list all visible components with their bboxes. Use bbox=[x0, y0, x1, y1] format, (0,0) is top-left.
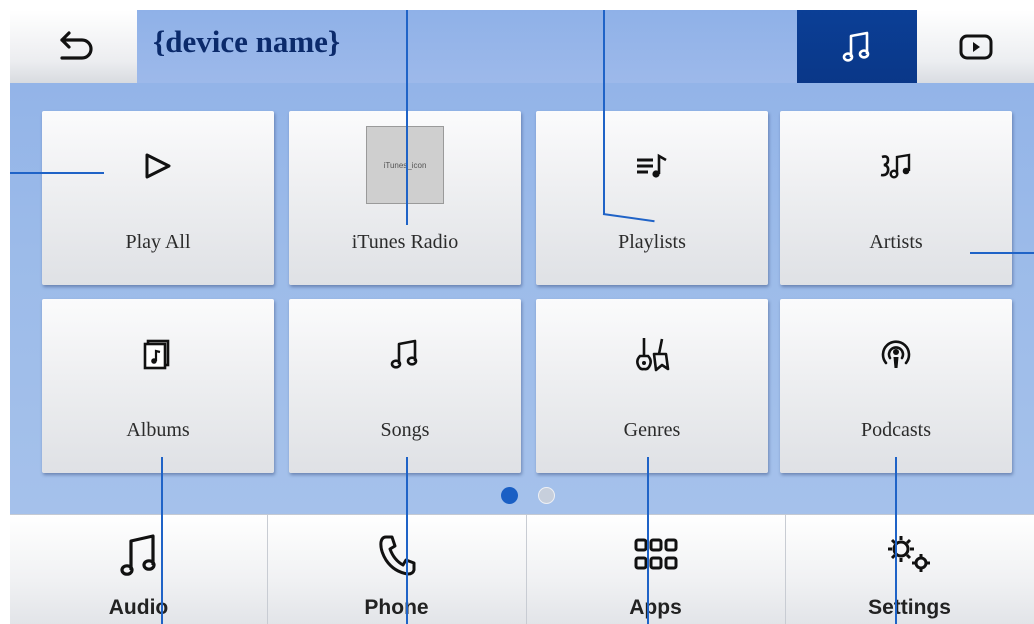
nav-label: Settings bbox=[868, 596, 951, 619]
playlist-icon bbox=[536, 141, 768, 191]
callout-line bbox=[406, 10, 408, 225]
page-dot-inactive[interactable] bbox=[538, 487, 555, 504]
music-note-icon bbox=[289, 329, 521, 379]
tab-video[interactable] bbox=[917, 10, 1034, 83]
tile-label: Podcasts bbox=[861, 419, 931, 441]
callout-line bbox=[970, 252, 1034, 254]
album-icon bbox=[42, 329, 274, 379]
callout-line bbox=[10, 172, 104, 174]
play-circle-icon bbox=[958, 31, 994, 63]
callout-line bbox=[603, 10, 605, 214]
callout-line bbox=[895, 457, 897, 624]
itunes-icon: iTunes_icon bbox=[366, 126, 444, 204]
tile-label: Play All bbox=[125, 231, 191, 253]
callout-line bbox=[406, 457, 408, 624]
back-button[interactable] bbox=[10, 10, 138, 83]
nav-audio[interactable]: Audio bbox=[10, 515, 268, 624]
nav-label: Audio bbox=[108, 596, 169, 619]
phone-icon bbox=[267, 527, 526, 583]
tile-podcasts[interactable]: Podcasts bbox=[780, 299, 1012, 473]
nav-phone[interactable]: Phone bbox=[267, 515, 527, 624]
tile-label: iTunes Radio bbox=[351, 231, 459, 253]
nav-apps[interactable]: Apps bbox=[526, 515, 786, 624]
nav-settings[interactable]: Settings bbox=[785, 515, 1034, 624]
tile-songs[interactable]: Songs bbox=[289, 299, 521, 473]
guitars-icon bbox=[536, 329, 768, 379]
apps-grid-icon bbox=[526, 527, 785, 583]
title-bar: {device name} bbox=[137, 10, 797, 83]
tab-music[interactable] bbox=[797, 10, 917, 83]
itunes-icon-placeholder-text: iTunes_icon bbox=[383, 160, 427, 170]
nav-label: Phone bbox=[364, 596, 429, 619]
tile-genres[interactable]: Genres bbox=[536, 299, 768, 473]
tile-label: Albums bbox=[126, 419, 190, 441]
back-arrow-icon bbox=[54, 30, 94, 64]
tile-playlists[interactable]: Playlists bbox=[536, 111, 768, 285]
play-icon bbox=[42, 141, 274, 191]
tile-itunes-radio[interactable]: iTunes_icon iTunes Radio bbox=[289, 111, 521, 285]
tile-label: Playlists bbox=[618, 231, 686, 253]
tile-play-all[interactable]: Play All bbox=[42, 111, 274, 285]
music-note-icon bbox=[10, 527, 267, 583]
gears-icon bbox=[785, 527, 1034, 583]
tile-label: Songs bbox=[380, 419, 430, 441]
header-bar: {device name} bbox=[10, 10, 1034, 87]
bottom-nav: Audio Phone Apps Settings bbox=[10, 514, 1034, 624]
artists-icon bbox=[780, 141, 1012, 191]
tile-albums[interactable]: Albums bbox=[42, 299, 274, 473]
device-name-title: {device name} bbox=[153, 24, 341, 59]
car-media-screen: {device name} Play All iTunes_icon iTune… bbox=[10, 10, 1034, 624]
callout-line bbox=[161, 457, 163, 624]
music-note-icon bbox=[842, 30, 872, 64]
tile-label: Genres bbox=[623, 419, 681, 441]
tile-label: Artists bbox=[869, 231, 923, 253]
page-dot-active[interactable] bbox=[501, 487, 518, 504]
podcast-icon bbox=[780, 329, 1012, 379]
tile-artists[interactable]: Artists bbox=[780, 111, 1012, 285]
nav-label: Apps bbox=[629, 596, 682, 619]
callout-line bbox=[647, 457, 649, 624]
